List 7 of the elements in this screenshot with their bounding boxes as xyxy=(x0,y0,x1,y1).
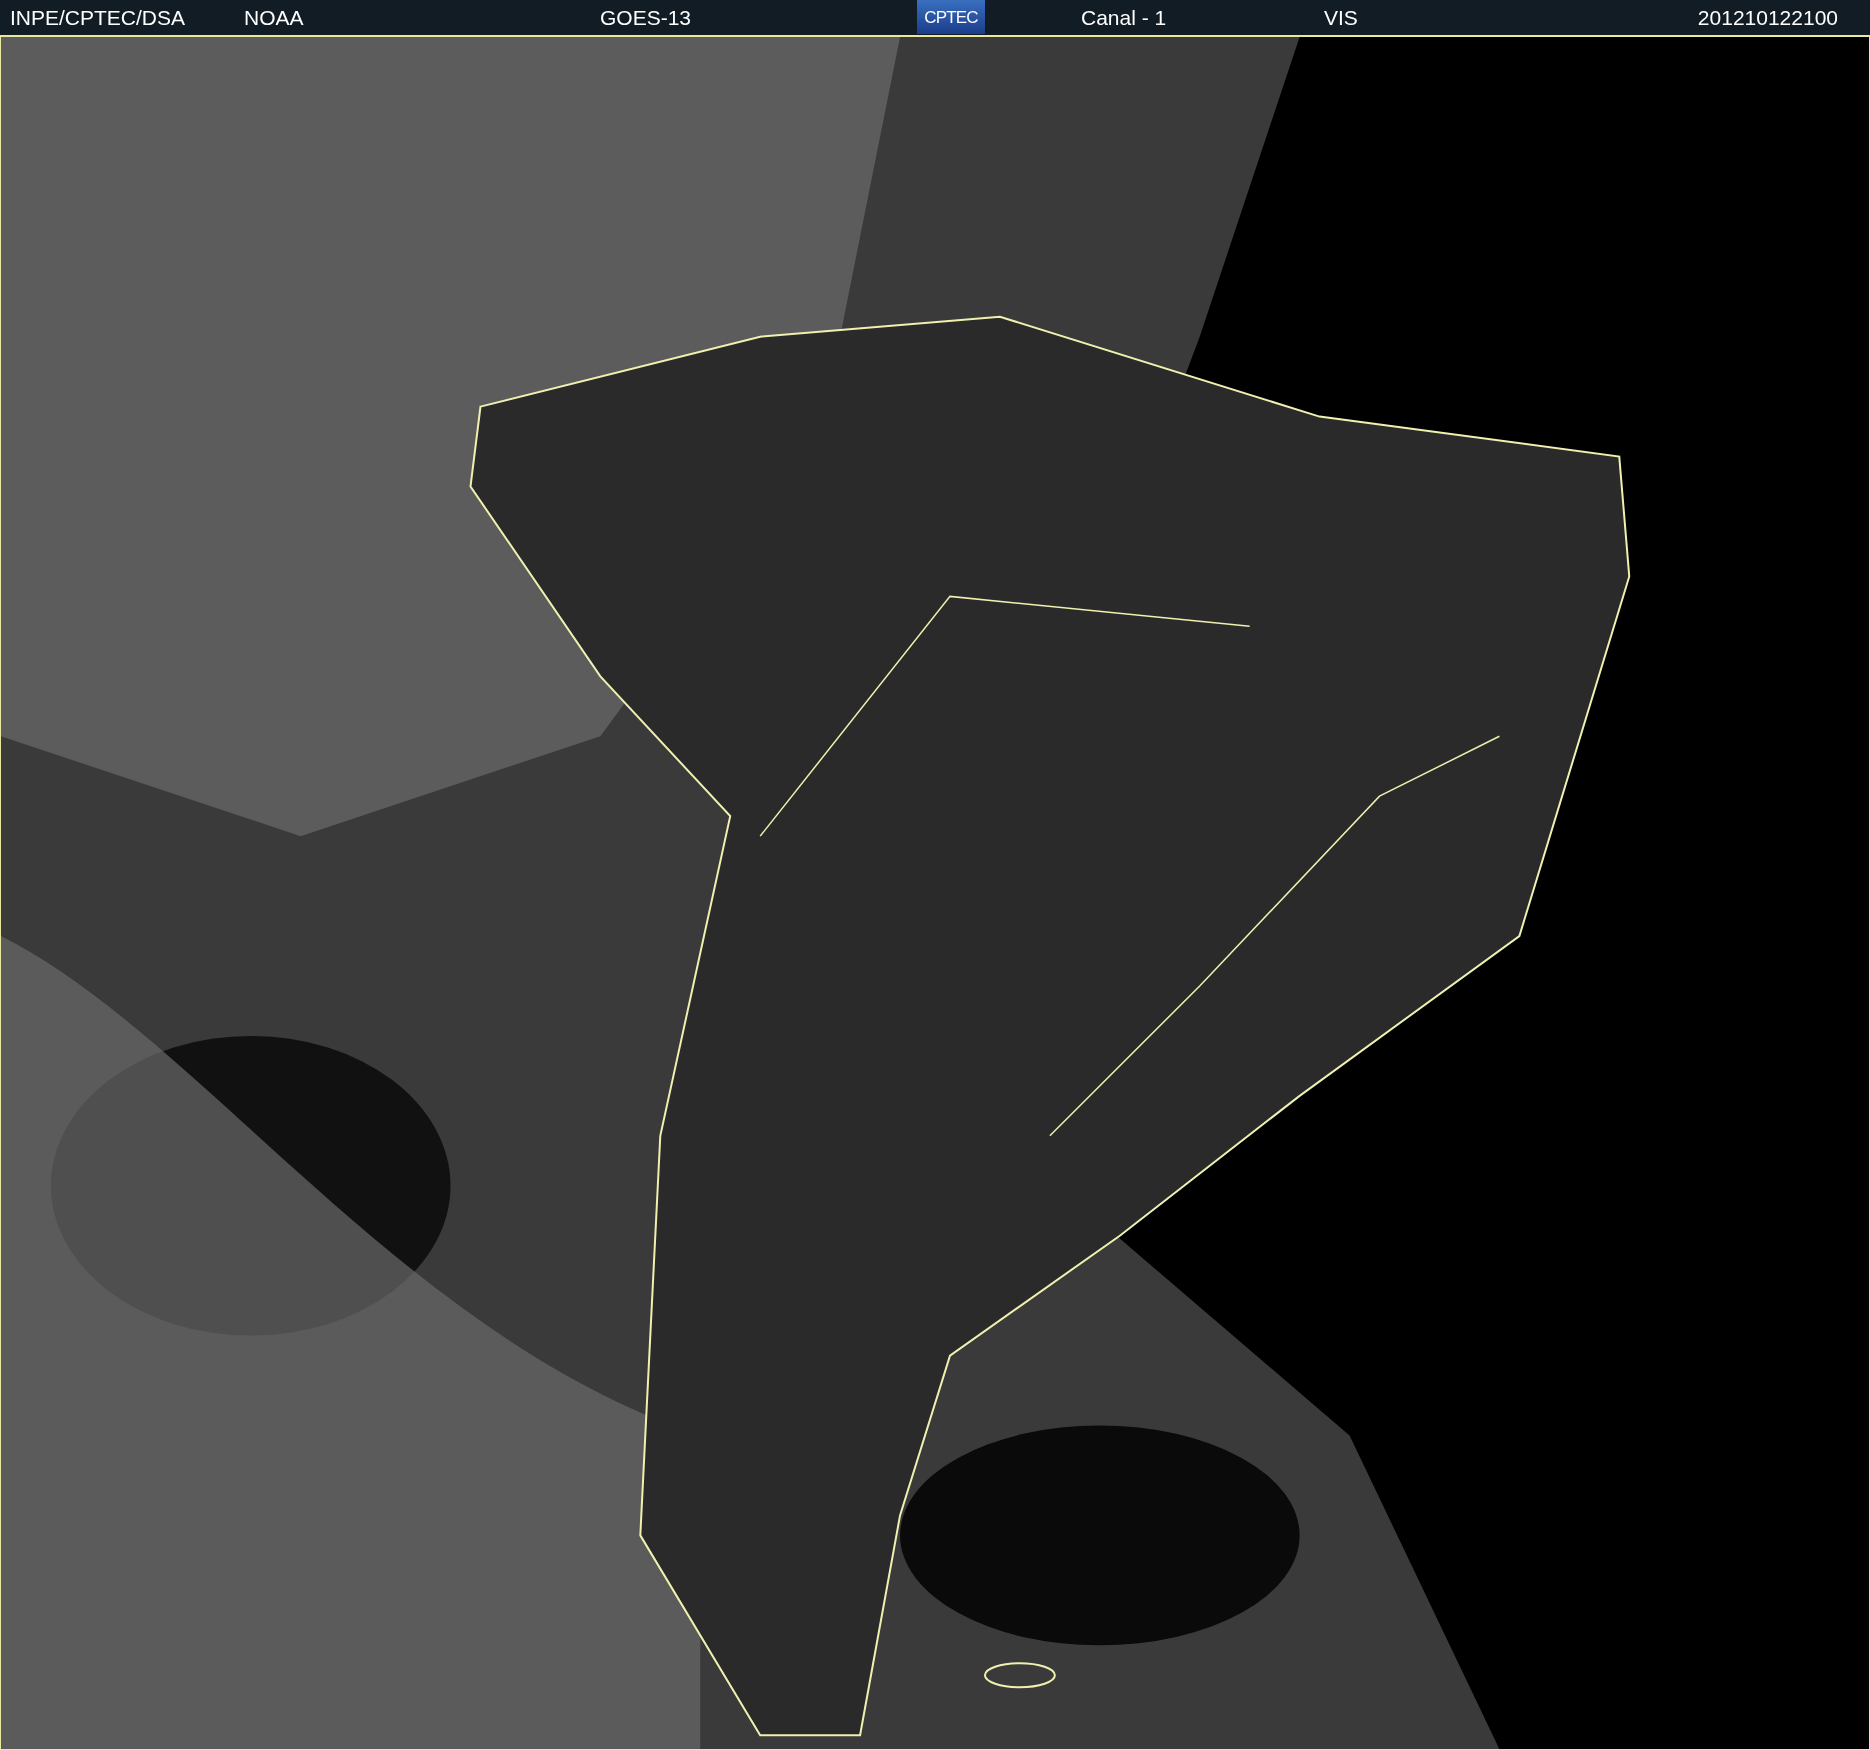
timestamp-label: 201210122100 xyxy=(1697,6,1838,28)
channel-label: Canal - 1 xyxy=(1081,6,1168,28)
logo: CPTEC xyxy=(917,0,985,35)
satellite-label: GOES-13 xyxy=(600,6,693,28)
source-label: INPE/CPTEC/DSA xyxy=(10,6,187,28)
agency-label: NOAA xyxy=(244,6,305,28)
band-label: VIS xyxy=(1324,6,1359,28)
